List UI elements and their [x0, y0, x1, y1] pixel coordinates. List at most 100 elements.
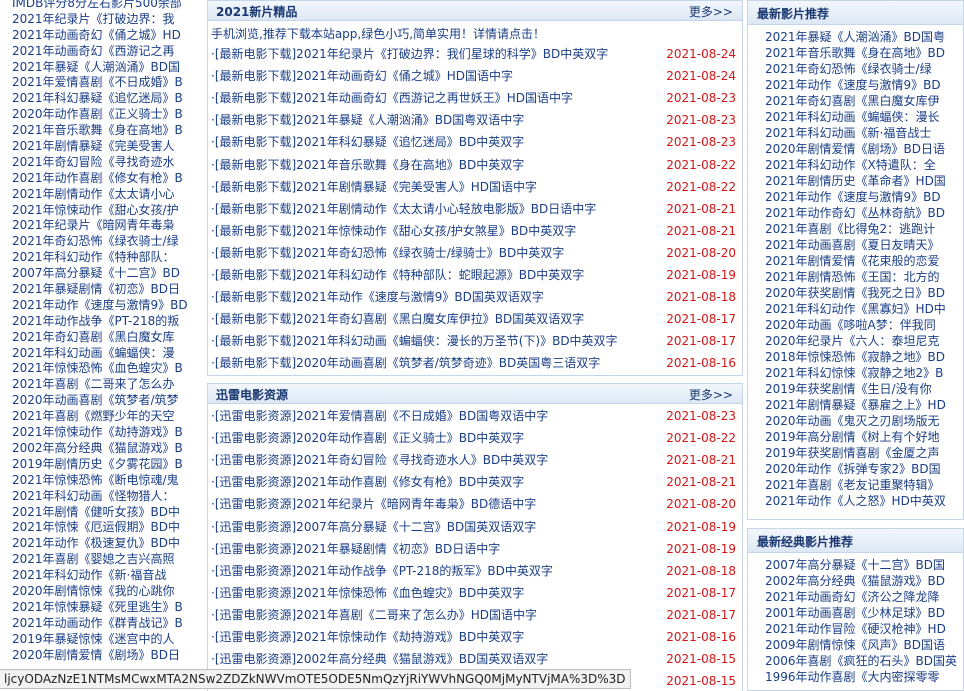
news-title-link[interactable]: ·[最新电影下载]2021年剧情动作《太太请小心轻放电影版》BD日语中字: [211, 198, 596, 220]
left-list-item[interactable]: 2021年科幻暴疑《追忆迷局》B: [0, 91, 205, 107]
left-list-item[interactable]: 2020年动作喜剧《正义骑士》B: [0, 107, 205, 123]
recommend-item[interactable]: 2019年获奖剧情《生日/没有你: [748, 381, 963, 397]
left-list-item[interactable]: 2021年惊悚《厄运假期》BD中: [0, 520, 205, 536]
recommend-item[interactable]: 2021年剧情历史《革命者》HD国: [748, 173, 963, 189]
news-title-link[interactable]: ·[迅雷电影资源]2021年纪录片《暗网青年毒枭》BD德语中字: [211, 493, 536, 515]
left-list-item[interactable]: 2021年纪录片《暗网青年毒枭: [0, 218, 205, 234]
recommend-item[interactable]: 2021年动作《速度与激情9》BD: [748, 189, 963, 205]
left-list-item[interactable]: 2021年惊悚动作《劫持游戏》B: [0, 425, 205, 441]
news-title-link[interactable]: ·[最新电影下载]2021年惊悚动作《甜心女孩/护女煞星》BD中英双字: [211, 220, 576, 242]
news-title-link[interactable]: ·[最新电影下载]2021年科幻动画《蝙蝠侠：漫长的万圣节(下)》BD中英双字: [211, 330, 618, 352]
left-list-item[interactable]: 2021年喜剧《二哥来了怎么办: [0, 377, 205, 393]
news-title-link[interactable]: ·[最新电影下载]2021年奇幻喜剧《黑白魔女库伊拉》BD国英双语双字: [211, 308, 584, 330]
news-title-link[interactable]: ·[最新电影下载]2021年音乐歌舞《身在高地》BD中英双字: [211, 154, 524, 176]
left-list-item[interactable]: 2019年剧情历史《夕雾花园》B: [0, 457, 205, 473]
news-title-link[interactable]: ·[最新电影下载]2021年剧情暴疑《完美受害人》HD国语中字: [211, 176, 537, 198]
news-title-link[interactable]: ·[迅雷电影资源]2021年惊悚恐怖《血色蝗灾》BD中英双字: [211, 582, 524, 604]
xunlei-more-link[interactable]: 更多>>: [689, 386, 733, 403]
recommend-item[interactable]: 2001年动画喜剧《少林足球》BD: [748, 605, 963, 621]
recommend-item[interactable]: 2020年动画《鬼灭之刃剧场版无: [748, 413, 963, 429]
app-notice-link[interactable]: 手机浏览,推荐下载本站app,绿色小巧,简单实用！详情请点击！: [211, 25, 545, 42]
left-list-item[interactable]: 2021年科幻动作《新·福音战: [0, 568, 205, 584]
news-title-link[interactable]: ·[迅雷电影资源]2002年高分经典《猫鼠游戏》BD国英双语双字: [211, 648, 548, 670]
left-list-item[interactable]: 2021年惊悚暴疑《死里逃生》B: [0, 600, 205, 616]
recommend-item[interactable]: 2020年动作《拆弹专家2》BD国: [748, 461, 963, 477]
news-title-link[interactable]: ·[迅雷电影资源]2021年暴疑剧情《初恋》BD日语中字: [211, 538, 500, 560]
recommend-item[interactable]: 2021年动作冒险《硬汉枪神》HD: [748, 621, 963, 637]
recommend-item[interactable]: 2021年科幻惊悚《寂静之地2》B: [748, 365, 963, 381]
left-list-item[interactable]: 2021年动作《速度与激情9》BD: [0, 298, 205, 314]
news-title-link[interactable]: ·[迅雷电影资源]2021年爱情喜剧《不日成婚》BD国粤双语中字: [211, 405, 548, 427]
left-list-item[interactable]: 2019年暴疑惊悚《迷宫中的人: [0, 632, 205, 648]
recommend-item[interactable]: 2021年剧情暴疑《暴雇之上》HD: [748, 397, 963, 413]
left-list-item[interactable]: 2021年纪录片《打破边界：我: [0, 12, 205, 28]
recommend-item[interactable]: 2020年纪录片《六人：泰坦尼克: [748, 333, 963, 349]
left-list-item[interactable]: 2021年动画奇幻《西游记之再: [0, 44, 205, 60]
left-list-item[interactable]: 2021年惊悚恐怖《血色蝗灾》B: [0, 361, 205, 377]
recommend-item[interactable]: 2007年高分暴疑《十二宫》BD国: [748, 557, 963, 573]
news-title-link[interactable]: ·[最新电影下载]2021年科幻暴疑《追忆迷局》BD中英双字: [211, 131, 524, 153]
recommend-item[interactable]: 2021年科幻动作《X特遣队：全: [748, 157, 963, 173]
new-films-more-link[interactable]: 更多>>: [689, 3, 733, 20]
recommend-item[interactable]: 2021年喜剧《老友记重聚特辑》: [748, 477, 963, 493]
left-list-item[interactable]: IMDB评分8分左右影片500余部: [0, 0, 205, 12]
news-title-link[interactable]: ·[最新电影下载]2021年动画奇幻《西游记之再世妖王》HD国语中字: [211, 87, 573, 109]
recommend-item[interactable]: 2021年科幻动画《新·福音战士: [748, 125, 963, 141]
left-list-item[interactable]: 2021年剧情暴疑《完美受害人: [0, 139, 205, 155]
news-title-link[interactable]: ·[最新电影下载]2021年奇幻恐怖《绿衣骑士/绿骑士》BD中英双字: [211, 242, 564, 264]
left-list-item[interactable]: 2021年惊悚动作《甜心女孩/护: [0, 203, 205, 219]
left-list-item[interactable]: 2021年动作喜剧《修女有枪》B: [0, 171, 205, 187]
recommend-item[interactable]: 2020年动画《哆啦A梦：伴我同: [748, 317, 963, 333]
left-list-item[interactable]: 2021年音乐歌舞《身在高地》B: [0, 123, 205, 139]
recommend-item[interactable]: 2021年剧情恐怖《王国：北方的: [748, 269, 963, 285]
left-list-item[interactable]: 2021年暴疑剧情《初恋》BD日: [0, 282, 205, 298]
recommend-item[interactable]: 2020年剧情爱情《剧场》BD日语: [748, 141, 963, 157]
recommend-item[interactable]: 2021年奇幻喜剧《黑白魔女库伊: [748, 93, 963, 109]
recommend-item[interactable]: 2021年科幻动画《蝙蝠侠：漫长: [748, 109, 963, 125]
recommend-item[interactable]: 2019年获奖剧情喜剧《金厦之声: [748, 445, 963, 461]
left-list-item[interactable]: 2021年奇幻恐怖《绿衣骑士/绿: [0, 234, 205, 250]
recommend-item[interactable]: 2021年剧情爱情《花束般的恋爱: [748, 253, 963, 269]
left-list-item[interactable]: 2021年奇幻喜剧《黑白魔女库: [0, 330, 205, 346]
left-list-item[interactable]: 2021年科幻动画《怪物猎人：: [0, 489, 205, 505]
left-list-item[interactable]: 2021年喜剧《燃野少年的天空: [0, 409, 205, 425]
left-list-item[interactable]: 2021年奇幻冒险《寻找奇迹水: [0, 155, 205, 171]
news-title-link[interactable]: ·[迅雷电影资源]2020年动作喜剧《正义骑士》BD中英双字: [211, 427, 524, 449]
recommend-item[interactable]: 2021年音乐歌舞《身在高地》BD: [748, 45, 963, 61]
recommend-item[interactable]: 2002年高分经典《猫鼠游戏》BD: [748, 573, 963, 589]
recommend-item[interactable]: 2020年获奖剧情《我死之日》BD: [748, 285, 963, 301]
left-list-item[interactable]: 2021年惊悚恐怖《断电惊魂/鬼: [0, 473, 205, 489]
left-list-item[interactable]: 2021年科幻动作《特种部队：: [0, 250, 205, 266]
recommend-item[interactable]: 2009年剧情惊悚《风声》BD国语: [748, 637, 963, 653]
left-list-item[interactable]: 2020年剧情惊悚《我的心跳你: [0, 584, 205, 600]
left-list-item[interactable]: 2021年科幻动画《蝙蝠侠：漫: [0, 346, 205, 362]
recommend-item[interactable]: 2019年高分剧情《树上有个好地: [748, 429, 963, 445]
recommend-item[interactable]: 2018年惊悚恐怖《寂静之地》BD: [748, 349, 963, 365]
recommend-item[interactable]: 2021年奇幻恐怖《绿衣骑士/绿: [748, 61, 963, 77]
recommend-item[interactable]: 1996年动作喜剧《大内密探零零: [748, 669, 963, 685]
left-list-item[interactable]: 2021年暴疑《人潮汹涌》BD国: [0, 60, 205, 76]
left-list-item[interactable]: 2021年动作《极速复仇》BD中: [0, 536, 205, 552]
left-list-item[interactable]: 2007年高分暴疑《十二宫》BD: [0, 266, 205, 282]
left-list-item[interactable]: 2021年动作战争《PT-218的叛: [0, 314, 205, 330]
left-list-item[interactable]: 2021年爱情喜剧《不日成婚》B: [0, 75, 205, 91]
news-title-link[interactable]: ·[迅雷电影资源]2021年动作喜剧《修女有枪》BD中英双字: [211, 471, 524, 493]
recommend-item[interactable]: 2021年科幻动作《黑寡妇》HD中: [748, 301, 963, 317]
recommend-item[interactable]: 2021年动画喜剧《夏日友晴天》: [748, 237, 963, 253]
left-list-item[interactable]: 2002年高分经典《猫鼠游戏》B: [0, 441, 205, 457]
left-list-item[interactable]: 2020年动画喜剧《筑梦者/筑梦: [0, 393, 205, 409]
news-title-link[interactable]: ·[迅雷电影资源]2021年动作战争《PT-218的叛军》BD中英双字: [211, 560, 553, 582]
news-title-link[interactable]: ·[最新电影下载]2021年暴疑《人潮汹涌》BD国粤双语中字: [211, 109, 524, 131]
left-list-item[interactable]: 2020年剧情爱情《剧场》BD日: [0, 648, 205, 664]
recommend-item[interactable]: 2021年动作奇幻《丛林奇航》BD: [748, 205, 963, 221]
news-title-link[interactable]: ·[迅雷电影资源]2021年喜剧《二哥来了怎么办》HD国语中字: [211, 604, 537, 626]
recommend-item[interactable]: 2021年暴疑《人潮汹涌》BD国粤: [748, 29, 963, 45]
recommend-item[interactable]: 2021年动画奇幻《济公之降龙降: [748, 589, 963, 605]
news-title-link[interactable]: ·[最新电影下载]2021年动作《速度与激情9》BD国英双语双字: [211, 286, 544, 308]
news-title-link[interactable]: ·[最新电影下载]2020年动画喜剧《筑梦者/筑梦奇迹》BD英国粤三语双字: [211, 352, 600, 374]
news-title-link[interactable]: ·[迅雷电影资源]2021年奇幻冒险《寻找奇迹水人》BD中英双字: [211, 449, 548, 471]
left-list-item[interactable]: 2021年喜剧《婴媳之吉兴高照: [0, 552, 205, 568]
recommend-item[interactable]: 2021年动作《速度与激情9》BD: [748, 77, 963, 93]
left-list-item[interactable]: 2021年剧情动作《太太请小心: [0, 187, 205, 203]
left-list-item[interactable]: 2021年动画动作《群青战记》B: [0, 616, 205, 632]
